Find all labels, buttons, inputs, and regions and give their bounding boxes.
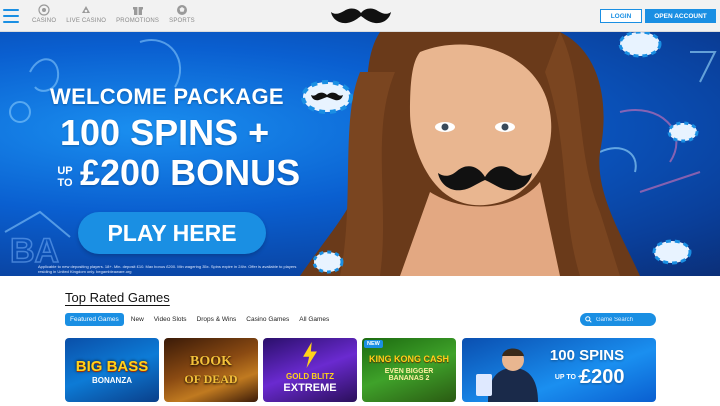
nav-item-promotions[interactable]: PROMOTIONS [114, 4, 161, 24]
nav-label: LIVE CASINO [66, 18, 107, 24]
mustache-logo-icon[interactable] [330, 5, 392, 27]
promo-tile-spins: 100 SPINS [549, 347, 625, 364]
nav-item-live-casino[interactable]: LIVE CASINO [64, 4, 108, 24]
hamburger-menu-icon[interactable] [3, 9, 19, 23]
sports-ball-icon [177, 5, 187, 15]
game-category-tabs: Featured Games New Video Slots Drops & W… [65, 313, 334, 326]
game-tile-subtitle: EVEN BIGGER BANANAS 2 [384, 368, 434, 382]
nav-label: SPORTS [169, 18, 195, 24]
tab-all-games[interactable]: All Games [294, 313, 334, 326]
main-nav: CASINO LIVE CASINO PROMOTIONS SPORTS [30, 4, 197, 24]
section-title-top-rated: Top Rated Games [65, 290, 170, 305]
game-search-box[interactable] [580, 313, 656, 326]
promo-tile-up-to: UP TO + [554, 374, 582, 381]
game-tile-subtitle: EXTREME [283, 382, 337, 394]
promo-tile-amount: £200 [580, 366, 625, 388]
promotions-gift-icon [132, 7, 143, 15]
game-tile-title: BOOK [189, 354, 232, 369]
hero-banner[interactable]: BA WELCOME PACKAGE 100 SPINS + UP TO £20… [0, 32, 720, 276]
nav-item-casino[interactable]: CASINO [30, 4, 58, 24]
hero-headline-spins: 100 SPINS + [60, 112, 270, 153]
hero-headline-bonus: £200 BONUS [80, 152, 301, 193]
nav-label: PROMOTIONS [116, 18, 160, 24]
hero-up-to: UP TO [57, 165, 73, 189]
open-account-button[interactable]: OPEN ACCOUNT [645, 9, 716, 23]
game-tile-subtitle: OF DEAD [184, 372, 238, 386]
hero-disclaimer: Applicable to new depositing players. 18… [38, 264, 297, 274]
casino-chip-icon [38, 4, 50, 16]
nav-label: CASINO [32, 18, 57, 24]
search-icon [585, 316, 592, 323]
game-tile-king-kong-cash[interactable]: NEW KING KONG CASH EVEN BIGGER BANANAS 2 [362, 338, 456, 402]
site-header: CASINO LIVE CASINO PROMOTIONS SPORTS LOG… [0, 0, 720, 32]
tab-featured-games[interactable]: Featured Games [65, 313, 124, 326]
tab-new[interactable]: New [126, 313, 149, 326]
game-tile-promo-100-spins[interactable]: 100 SPINS UP TO + £200 [462, 338, 656, 402]
hero-headline-welcome: WELCOME PACKAGE [50, 84, 284, 109]
tab-casino-games[interactable]: Casino Games [241, 313, 294, 326]
tab-video-slots[interactable]: Video Slots [149, 313, 192, 326]
game-tile-book-of-dead[interactable]: BOOK OF DEAD [164, 338, 258, 402]
play-here-button[interactable]: PLAY HERE [78, 212, 266, 254]
live-casino-icon [82, 6, 91, 13]
login-button[interactable]: LOGIN [600, 9, 642, 23]
nav-item-sports[interactable]: SPORTS [167, 4, 197, 24]
new-badge: NEW [364, 340, 383, 348]
game-tile-gold-blitz-extreme[interactable]: GOLD BLITZ EXTREME [263, 338, 357, 402]
game-tile-title: GOLD BLITZ [286, 372, 334, 381]
game-tile-title: BIG BASS [75, 358, 149, 375]
lightning-bolt-icon [303, 342, 317, 368]
game-search-input[interactable] [596, 316, 652, 323]
game-tile-title: KING KONG CASH [368, 354, 449, 364]
game-tile-subtitle: BONANZA [92, 376, 132, 385]
tab-drops-wins[interactable]: Drops & Wins [192, 313, 242, 326]
game-tile-big-bass-bonanza[interactable]: BIG BASS BONANZA [65, 338, 159, 402]
